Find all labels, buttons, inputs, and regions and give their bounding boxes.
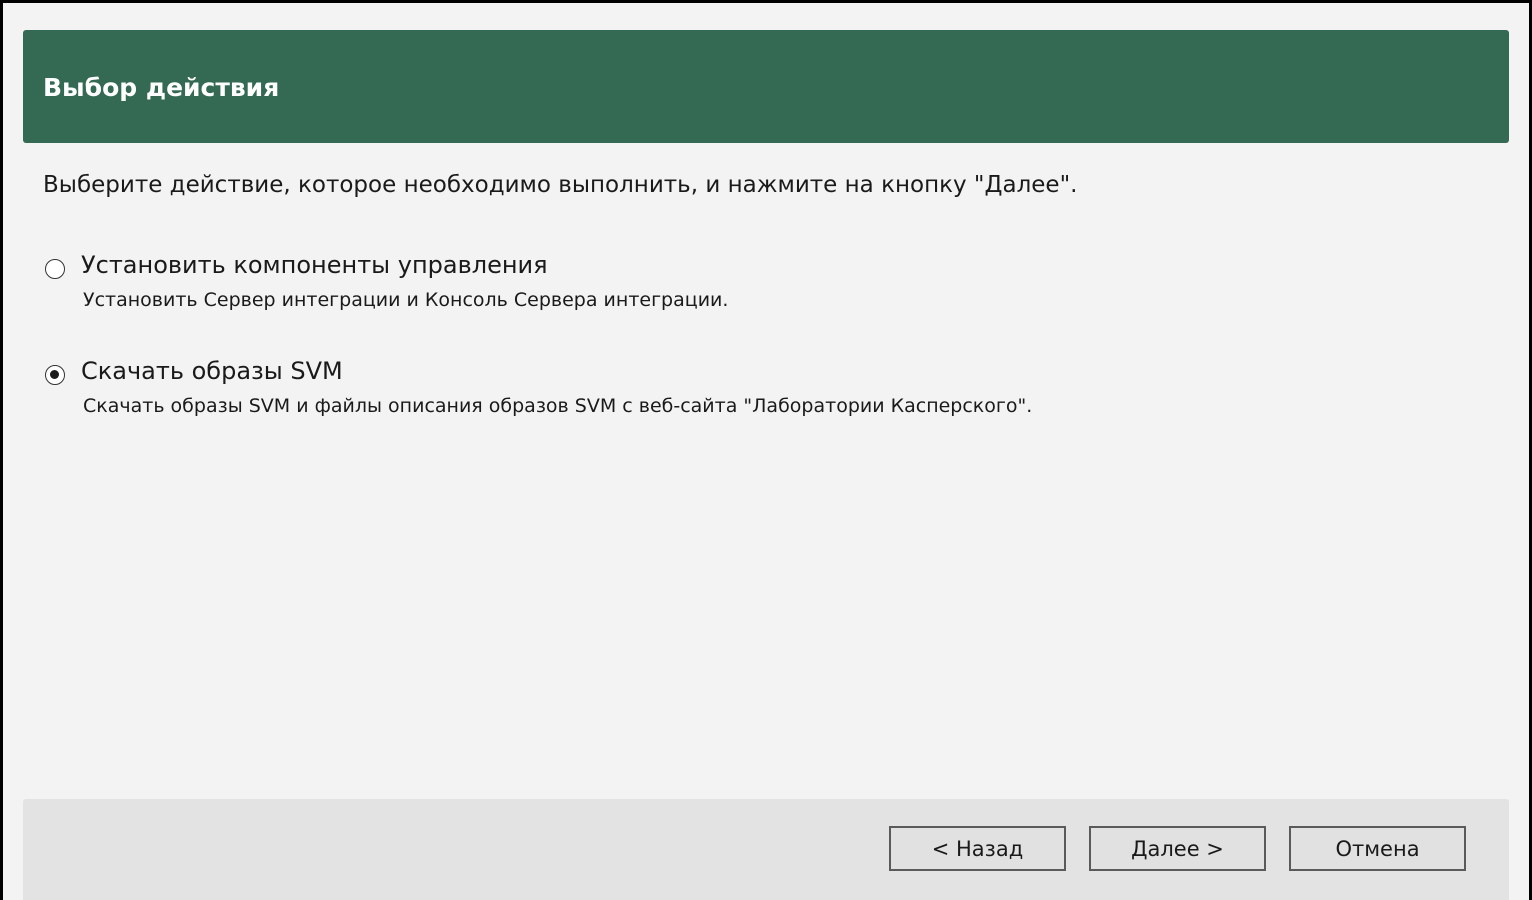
instruction-text: Выберите действие, которое необходимо вы…	[43, 172, 1078, 198]
wizard-header: Выбор действия	[23, 30, 1509, 143]
radio-selected-dot	[50, 370, 59, 379]
wizard-footer: < Назад Далее > Отмена	[23, 799, 1509, 900]
option-description: Установить Сервер интеграции и Консоль С…	[83, 289, 729, 311]
radio-install-components[interactable]	[45, 259, 65, 279]
option-label[interactable]: Установить компоненты управления	[81, 251, 548, 279]
next-button[interactable]: Далее >	[1089, 826, 1266, 871]
option-label[interactable]: Скачать образы SVM	[81, 357, 343, 385]
page-title: Выбор действия	[43, 73, 280, 102]
back-button[interactable]: < Назад	[889, 826, 1066, 871]
wizard-window: Выбор действия Выберите действие, которо…	[3, 3, 1529, 900]
cancel-button[interactable]: Отмена	[1289, 826, 1466, 871]
radio-download-svm[interactable]	[45, 365, 65, 385]
option-description: Скачать образы SVM и файлы описания обра…	[83, 395, 1033, 417]
